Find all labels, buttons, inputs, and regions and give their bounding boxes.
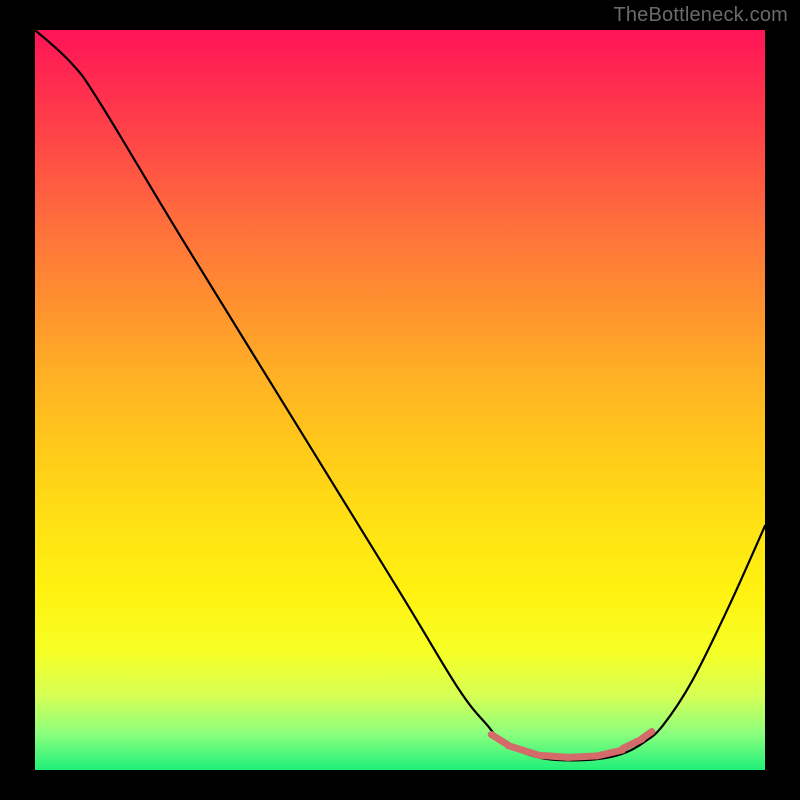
chart-frame: TheBottleneck.com <box>0 0 800 800</box>
accent-segment <box>508 746 539 756</box>
accent-segment <box>568 756 597 757</box>
watermark-text: TheBottleneck.com <box>613 4 788 27</box>
bottleneck-curve <box>35 30 765 760</box>
plot-area <box>35 30 765 770</box>
accent-segments <box>491 732 652 758</box>
accent-segment <box>539 755 568 757</box>
curve-layer <box>35 30 765 770</box>
accent-segment <box>623 739 643 749</box>
